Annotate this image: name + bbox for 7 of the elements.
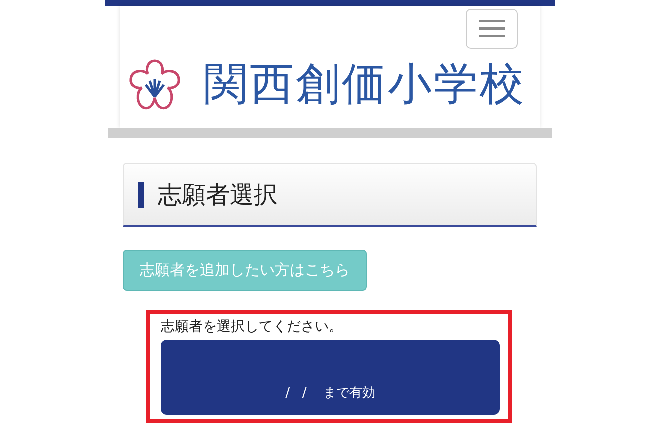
menu-button[interactable]	[466, 9, 518, 49]
heading-accent-bar	[138, 182, 144, 208]
menu-icon	[479, 20, 505, 38]
page-heading: 志願者選択	[158, 180, 278, 210]
applicant-button[interactable]: / / まで有効	[161, 340, 500, 415]
school-name-logo: 関西創価小学校	[204, 63, 526, 107]
selection-prompt: 志願者を選択してください。	[161, 318, 344, 336]
